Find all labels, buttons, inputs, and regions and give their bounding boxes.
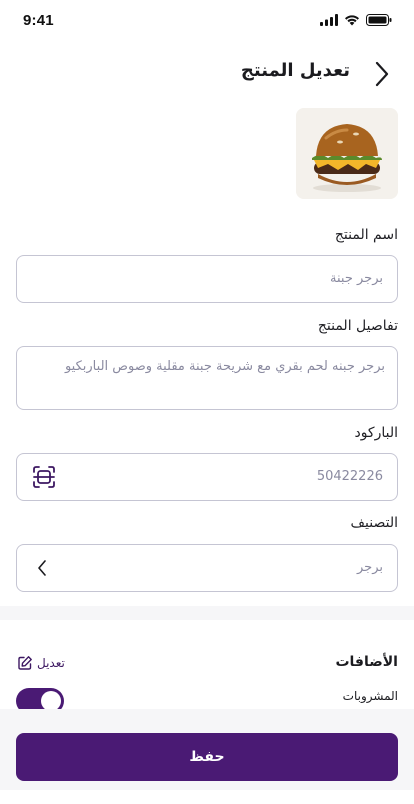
chevron-right-icon bbox=[375, 61, 389, 87]
addon-item-label: المشروبات bbox=[342, 689, 398, 703]
status-icons bbox=[320, 14, 392, 26]
product-name-value: برجر جبنة bbox=[330, 271, 383, 286]
status-bar: 9:41 bbox=[0, 0, 414, 44]
save-button[interactable]: حفظ bbox=[16, 733, 398, 781]
battery-icon bbox=[366, 14, 392, 26]
back-button[interactable] bbox=[368, 60, 396, 88]
addons-edit-button[interactable]: تعديل bbox=[17, 655, 65, 671]
barcode-value: 50422226 bbox=[316, 469, 383, 484]
product-name-label: اسم المنتج bbox=[334, 227, 398, 243]
category-chevron bbox=[33, 559, 51, 577]
toggle-knob bbox=[41, 691, 61, 711]
addons-title: الأضافات bbox=[335, 654, 398, 670]
product-details-label: تفاصيل المنتج bbox=[317, 318, 398, 334]
barcode-scan-button[interactable] bbox=[31, 464, 57, 490]
barcode-label: الباركود bbox=[354, 425, 398, 441]
barcode-scan-icon bbox=[33, 466, 55, 488]
product-image[interactable] bbox=[296, 108, 398, 199]
category-value: برجر bbox=[357, 560, 383, 575]
product-details-field[interactable]: برجر جبنه لحم بقري مع شريحة جبنة مقلية و… bbox=[16, 346, 398, 410]
chevron-left-icon bbox=[38, 560, 46, 576]
edit-icon bbox=[18, 656, 32, 670]
category-label: التصنيف bbox=[350, 515, 398, 531]
page-title: تعديل المنتج bbox=[240, 60, 350, 81]
status-time: 9:41 bbox=[23, 12, 54, 29]
section-divider bbox=[0, 606, 414, 620]
burger-icon bbox=[296, 108, 398, 199]
header: تعديل المنتج bbox=[0, 56, 414, 92]
product-details-value: برجر جبنه لحم بقري مع شريحة جبنة مقلية و… bbox=[64, 359, 385, 374]
signal-icon bbox=[320, 14, 338, 26]
addons-edit-label: تعديل bbox=[37, 656, 65, 670]
wifi-icon bbox=[345, 15, 359, 26]
category-select[interactable]: برجر bbox=[16, 544, 398, 592]
home-indicator-area bbox=[0, 790, 414, 804]
product-name-field[interactable]: برجر جبنة bbox=[16, 255, 398, 303]
barcode-field[interactable]: 50422226 bbox=[16, 453, 398, 501]
